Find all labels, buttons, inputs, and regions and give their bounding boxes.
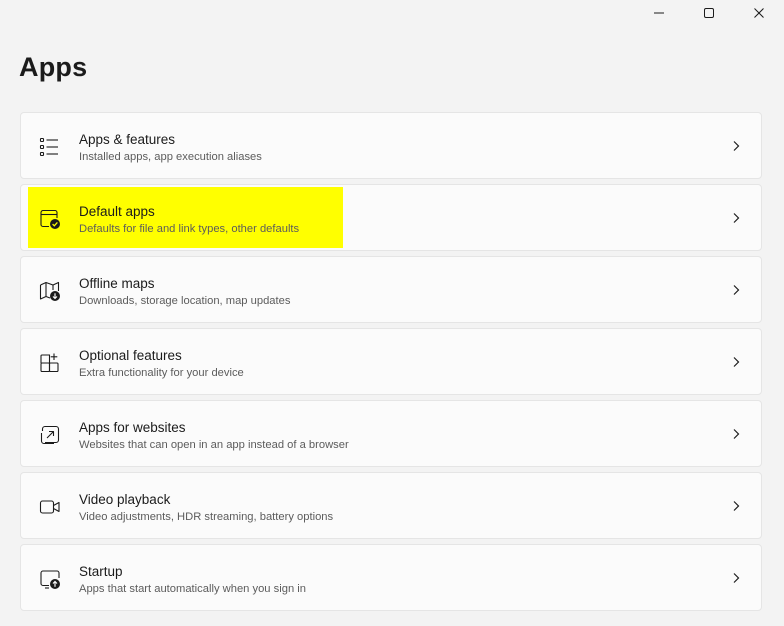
- settings-item-video-playback[interactable]: Video playback Video adjustments, HDR st…: [20, 472, 762, 539]
- minimize-icon: [654, 12, 664, 14]
- item-title: Offline maps: [79, 276, 155, 291]
- optional-features-icon: [40, 353, 59, 373]
- item-title: Apps for websites: [79, 420, 186, 435]
- page-title: Apps: [19, 52, 88, 82]
- item-title: Video playback: [79, 492, 171, 507]
- settings-window: Apps Apps & features Installed apps, app…: [0, 0, 784, 626]
- apps-features-icon: [39, 137, 58, 157]
- chevron-right-icon: [733, 213, 740, 223]
- chevron-right-icon: [733, 357, 740, 367]
- chevron-right-icon: [733, 141, 740, 151]
- chevron-right-icon: [733, 573, 740, 583]
- settings-item-default-apps[interactable]: Default apps Defaults for file and link …: [20, 184, 762, 251]
- chevron-right-icon: [733, 285, 740, 295]
- titlebar-controls: [634, 0, 784, 26]
- settings-item-offline-maps[interactable]: Offline maps Downloads, storage location…: [20, 256, 762, 323]
- item-description: Video adjustments, HDR streaming, batter…: [79, 511, 334, 523]
- item-description: Defaults for file and link types, other …: [79, 223, 300, 235]
- close-button[interactable]: [734, 0, 784, 26]
- maximize-button[interactable]: [684, 0, 734, 26]
- offline-maps-icon: [39, 281, 60, 301]
- item-description: Downloads, storage location, map updates: [79, 295, 291, 307]
- maximize-icon: [704, 8, 714, 18]
- item-description: Apps that start automatically when you s…: [79, 583, 306, 595]
- settings-item-apps-for-websites[interactable]: Apps for websites Websites that can open…: [20, 400, 762, 467]
- settings-item-startup[interactable]: Startup Apps that start automatically wh…: [20, 544, 762, 611]
- item-description: Extra functionality for your device: [79, 367, 244, 379]
- video-playback-icon: [39, 500, 60, 514]
- chevron-right-icon: [733, 429, 740, 439]
- startup-icon: [40, 570, 60, 589]
- close-icon: [754, 8, 764, 18]
- item-title: Optional features: [79, 348, 182, 363]
- item-description: Websites that can open in an app instead…: [79, 439, 349, 451]
- settings-item-optional-features[interactable]: Optional features Extra functionality fo…: [20, 328, 762, 395]
- settings-list: Apps & features Installed apps, app exec…: [20, 112, 762, 616]
- apps-for-websites-icon: [40, 425, 60, 445]
- minimize-button[interactable]: [634, 0, 684, 26]
- default-apps-icon: [40, 209, 60, 229]
- item-title: Startup: [79, 564, 123, 579]
- item-description: Installed apps, app execution aliases: [79, 151, 262, 163]
- settings-item-apps-features[interactable]: Apps & features Installed apps, app exec…: [20, 112, 762, 179]
- item-title: Default apps: [79, 204, 155, 219]
- item-title: Apps & features: [79, 132, 176, 147]
- chevron-right-icon: [733, 501, 740, 511]
